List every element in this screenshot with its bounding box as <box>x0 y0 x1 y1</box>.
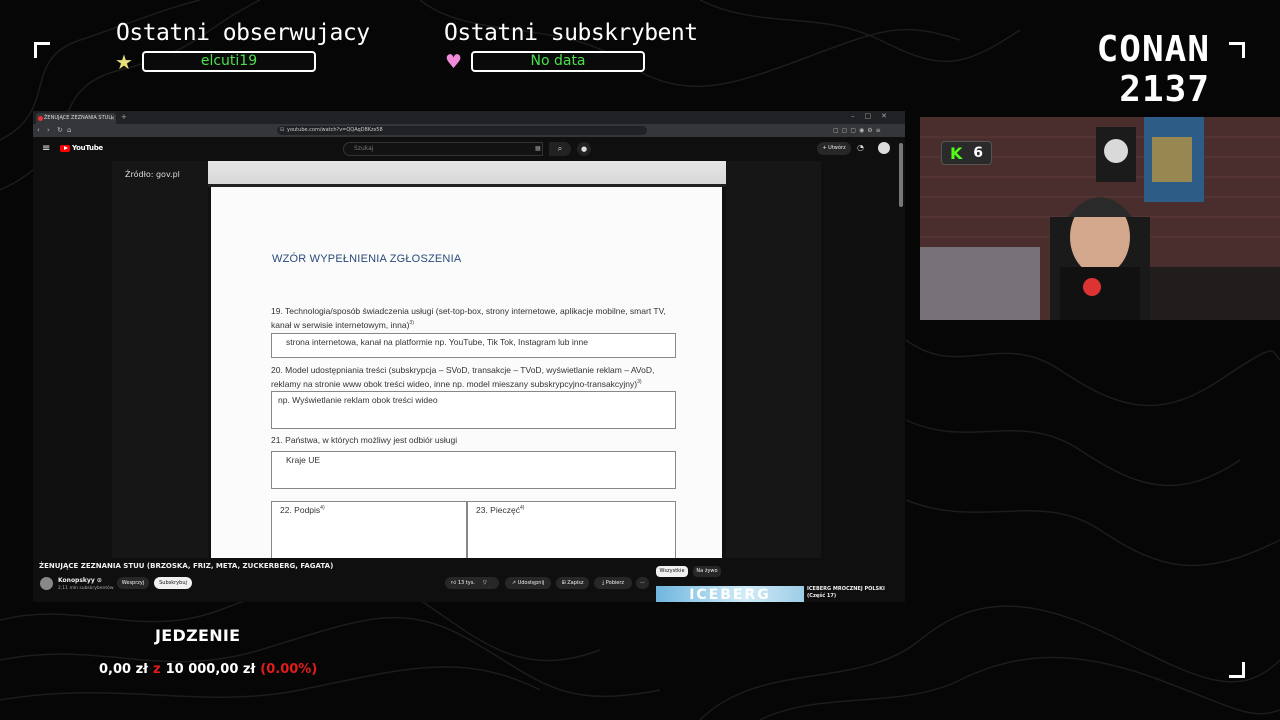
youtube-logo-text[interactable]: YouTube <box>72 144 103 152</box>
brand-line-2: 2137 <box>1119 69 1210 110</box>
new-tab-icon[interactable]: + <box>121 113 127 122</box>
brand-line-1: CONAN <box>1096 29 1210 70</box>
extension-icons[interactable]: ▢▢▢◉⚙≡ <box>833 126 884 135</box>
mic-icon[interactable]: ● <box>577 142 591 156</box>
chip-live[interactable]: Na żywo <box>693 566 721 577</box>
create-button[interactable]: + Utwórz <box>817 142 851 155</box>
frame-corner-top-right <box>1229 42 1245 58</box>
lock-icon: ⊟ <box>280 127 285 133</box>
channel-avatar[interactable] <box>40 577 53 590</box>
goal-title: JEDZENIE <box>155 626 241 645</box>
tab-bar: ŻENUJĄCE ZEZNANIA STUU ✕ + –□✕ <box>33 111 905 124</box>
frame-corner-top-left <box>34 42 50 58</box>
support-button[interactable]: Wesprzyj <box>117 577 149 589</box>
last-subscriber-title: Ostatni subskrybent <box>444 20 698 46</box>
recommendations: Wszystkie Na żywo ICEBERG ICEBERG MROCZN… <box>653 558 905 602</box>
share-button[interactable]: ↗ Udostępnij <box>505 577 551 589</box>
signature-box: 22. Podpis4) <box>271 501 467 558</box>
question-20: 20. Model udostępniania treści (subskryp… <box>271 364 671 390</box>
tab-title: ŻENUJĄCE ZEZNANIA STUU <box>44 115 112 121</box>
save-label: Zapisz <box>567 580 584 586</box>
youtube-favicon-icon <box>38 116 43 121</box>
video-title: ŻENUJĄCE ZEZNANIA STUU (BRZOSKA, FRIZ, M… <box>39 562 334 570</box>
frame-corner-bottom-right <box>1229 662 1245 678</box>
document-frame: WZÓR WYPEŁNIENIA ZGŁOSZENIA 19. Technolo… <box>208 161 726 558</box>
thumbs-down-icon[interactable]: ▽ <box>483 580 487 586</box>
kick-logo-icon: K <box>950 143 963 163</box>
download-label: Pobierz <box>605 580 625 586</box>
menu-icon[interactable]: ≡ <box>42 143 50 154</box>
back-icon[interactable]: ‹ <box>37 126 40 135</box>
channel-brand: CONAN 2137 <box>1036 30 1210 110</box>
avatar[interactable] <box>878 142 890 154</box>
subscribe-button[interactable]: Subskrybuj <box>154 577 192 589</box>
youtube-header: ≡ YouTube Szukaj ▦ ⌕ ● + Utwórz ◔ <box>33 137 905 161</box>
heart-icon: ♥ <box>445 51 463 73</box>
chip-all[interactable]: Wszystkie <box>656 566 688 577</box>
tab-youtube[interactable]: ŻENUJĄCE ZEZNANIA STUU ✕ <box>36 113 116 124</box>
recommendation-thumbnail[interactable]: ICEBERG <box>656 586 804 602</box>
home-icon[interactable]: ⌂ <box>67 126 71 135</box>
question-19-text: 19. Technologia/sposób świadczenia usług… <box>271 306 666 330</box>
question-20-footnote: 3) <box>637 379 642 385</box>
channel-subscribers: 2,11 mln subskrybentów <box>58 586 114 591</box>
save-button[interactable]: ⊞ Zapisz <box>556 577 589 589</box>
youtube-logo-play-icon <box>64 146 68 150</box>
video-player[interactable]: Źródło: gov.pl WZÓR WYPEŁNIENIA ZGŁOSZEN… <box>112 161 821 558</box>
answer-21-field: Kraje UE <box>271 451 676 489</box>
browser-toolbar: ‹ › ↻ ⌂ ⊟ youtube.com/watch?v=QQAqD8Kzs5… <box>33 124 905 137</box>
answer-20-field: np. Wyświetlanie reklam obok treści wide… <box>271 391 676 429</box>
kick-viewer-badge: K 6 <box>941 141 992 165</box>
browser-window: ŻENUJĄCE ZEZNANIA STUU ✕ + –□✕ ‹ › ↻ ⌂ ⊟… <box>33 111 905 602</box>
last-follower-title: Ostatni obserwujacy <box>116 20 370 46</box>
share-label: Udostępnij <box>517 580 545 586</box>
stamp-box: 23. Pieczęć4) <box>467 501 676 558</box>
page-scrollbar[interactable] <box>899 143 903 207</box>
reload-icon[interactable]: ↻ <box>57 126 63 135</box>
question-19-footnote: 3) <box>409 320 414 326</box>
goal-separator: z <box>153 662 161 677</box>
address-bar[interactable]: ⊟ youtube.com/watch?v=QQAqD8Kzs58 <box>277 126 647 135</box>
question-20-text: 20. Model udostępniania treści (subskryp… <box>271 365 655 389</box>
recommendation-title[interactable]: ICEBERG MROCZNEJ POLSKI (Część 17) <box>807 586 897 600</box>
question-21: 21. Państwa, w których możliwy jest odbi… <box>271 435 458 445</box>
goal-current: 0,00 zł <box>99 662 148 677</box>
search-button[interactable]: ⌕ <box>549 142 571 156</box>
search-input[interactable]: Szukaj <box>343 142 543 156</box>
document-top-edge <box>208 161 726 187</box>
window-controls[interactable]: –□✕ <box>851 112 897 120</box>
video-info: ŻENUJĄCE ZEZNANIA STUU (BRZOSKA, FRIZ, M… <box>33 558 653 602</box>
download-button[interactable]: ⤓ Pobierz <box>594 577 632 589</box>
goal-progress-text: 0,00 zł z 10 000,00 zł (0.00%) <box>99 662 317 677</box>
goal-target: 10 000,00 zł <box>165 662 256 677</box>
bell-icon[interactable]: ◔ <box>857 143 864 152</box>
document-heading: WZÓR WYPEŁNIENIA ZGŁOSZENIA <box>272 253 462 265</box>
address-url: youtube.com/watch?v=QQAqD8Kzs58 <box>287 127 383 133</box>
thumbs-up-icon: 👍︎ <box>451 580 458 586</box>
question-19: 19. Technologia/sposób świadczenia usług… <box>271 305 671 331</box>
last-subscriber-value: No data <box>471 51 645 72</box>
last-follower-value: elcuti19 <box>142 51 316 72</box>
answer-19-field: strona internetowa, kanał na platformie … <box>271 333 676 358</box>
like-count: 13 tys. <box>457 580 475 586</box>
keyboard-icon[interactable]: ▦ <box>535 145 541 152</box>
goal-percent: (0.00%) <box>260 662 318 677</box>
forward-icon[interactable]: › <box>47 126 50 135</box>
signature-footnote: 4) <box>320 505 325 512</box>
like-button[interactable]: 👍︎ 13 tys. ▽ <box>445 577 499 589</box>
close-tab-icon[interactable]: ✕ <box>110 113 115 124</box>
source-label: Źródło: gov.pl <box>125 170 180 179</box>
star-icon: ★ <box>115 50 133 74</box>
stamp-footnote: 4) <box>519 505 525 512</box>
stamp-label: 23. Pieczęć <box>476 505 520 515</box>
signature-label: 22. Podpis <box>280 505 321 515</box>
stream-overlay: Ostatni obserwujacy ★ elcuti19 Ostatni s… <box>0 0 1280 720</box>
form-document: WZÓR WYPEŁNIENIA ZGŁOSZENIA 19. Technolo… <box>211 187 722 558</box>
channel-name[interactable]: Konopskyy ⊙ <box>58 577 102 584</box>
more-actions-icon[interactable]: ⋯ <box>636 577 649 589</box>
kick-viewer-count: 6 <box>973 145 983 161</box>
